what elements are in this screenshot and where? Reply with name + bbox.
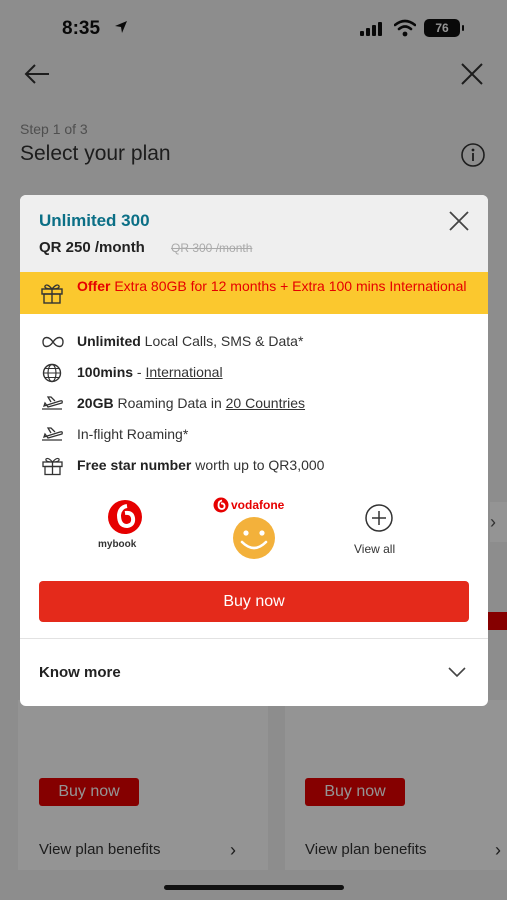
benefit-bold: 20GB (77, 395, 114, 411)
know-more-toggle[interactable]: Know more (39, 664, 121, 681)
modal-header: Unlimited 300 QR 250 /month QR 300 /mont… (20, 195, 488, 272)
benefit-detail: worth up to QR3,000 (191, 457, 325, 473)
benefit-text: 20GB Roaming Data in 20 Countries (77, 395, 305, 411)
mybook-label: mybook (98, 539, 137, 550)
vodafone-logo-icon (108, 500, 142, 534)
smiley-face-icon (233, 517, 275, 559)
plane-icon (42, 396, 63, 410)
offer-banner: Offer Extra 80GB for 12 months + Extra 1… (20, 272, 488, 314)
benefit-text: In-flight Roaming* (77, 426, 188, 442)
buy-now-button[interactable]: Buy now (39, 581, 469, 622)
benefit-unlimited: Unlimited Local Calls, SMS & Data* (20, 329, 488, 355)
benefit-detail: Roaming Data in (113, 395, 226, 411)
benefit-star-number: Free star number worth up to QR3,000 (20, 453, 488, 479)
close-icon[interactable] (447, 209, 471, 233)
benefit-text: Unlimited Local Calls, SMS & Data* (77, 333, 303, 349)
chevron-down-icon[interactable] (447, 665, 467, 679)
countries-link[interactable]: 20 Countries (226, 395, 305, 411)
gift-icon (41, 284, 63, 304)
offer-prefix: Offer (77, 278, 111, 294)
vodafone-small-logo-icon (213, 497, 229, 513)
offer-details: Extra 80GB for 12 months + Extra 100 min… (110, 278, 467, 294)
partner-apps: mybook vodafone View all (20, 491, 488, 563)
infinity-icon (42, 336, 64, 348)
benefit-roaming-data: 20GB Roaming Data in 20 Countries (20, 391, 488, 417)
vodafone-label: vodafone (231, 498, 285, 512)
benefit-international: 100mins - International (20, 360, 488, 386)
plan-price: QR 250 /month (39, 239, 145, 256)
globe-icon (42, 363, 62, 383)
plane-icon (42, 427, 63, 441)
divider (20, 638, 488, 639)
benefit-detail: Local Calls, SMS & Data* (140, 333, 304, 349)
offer-text: Offer Extra 80GB for 12 months + Extra 1… (77, 278, 477, 295)
benefit-detail: In-flight Roaming* (77, 426, 189, 442)
home-indicator (164, 885, 344, 890)
benefit-bold: Unlimited (77, 333, 141, 349)
plus-circle-icon (365, 504, 393, 532)
gift-icon (42, 457, 63, 476)
benefit-text: Free star number worth up to QR3,000 (77, 457, 324, 473)
benefit-text: 100mins - International (77, 364, 223, 380)
plan-name: Unlimited 300 (39, 211, 150, 230)
old-price: QR 300 /month (171, 241, 253, 255)
benefit-bold: 100mins (77, 364, 134, 380)
benefit-bold: Free star number (77, 457, 192, 473)
plan-details-modal: Unlimited 300 QR 250 /month QR 300 /mont… (20, 195, 488, 706)
benefit-detail: - (133, 364, 146, 380)
view-all-label: View all (354, 542, 396, 556)
benefit-inflight: In-flight Roaming* (20, 422, 488, 448)
international-link[interactable]: International (146, 364, 223, 380)
